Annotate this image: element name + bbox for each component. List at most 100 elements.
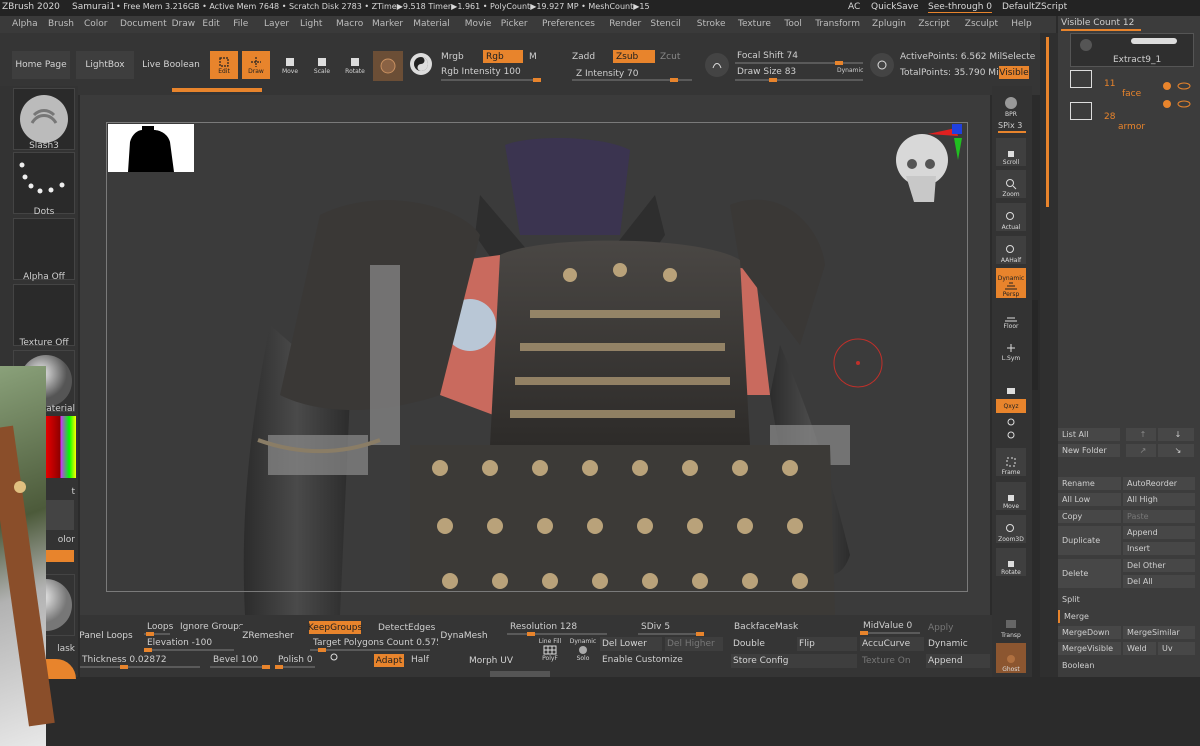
boolean-section[interactable]: Boolean (1058, 659, 1196, 672)
paste-button[interactable]: Paste (1123, 510, 1195, 523)
secondary-color-swatch[interactable] (44, 500, 74, 530)
gear-eye-icon[interactable] (1162, 81, 1192, 91)
quicksave-button[interactable]: QuickSave (871, 2, 919, 12)
elevation-slider[interactable]: Elevation -100 (147, 638, 212, 648)
all-high-button[interactable]: All High (1123, 493, 1195, 506)
menu-item-zscript[interactable]: Zscript (918, 19, 949, 29)
menu-item-draw[interactable]: Draw (172, 19, 196, 29)
detectedges-button[interactable]: DetectEdges (378, 623, 435, 633)
duplicate-button[interactable]: Duplicate (1058, 526, 1121, 555)
menu-item-zsculpt[interactable]: Zsculpt (965, 19, 998, 29)
local-symmetry-button[interactable]: L.Sym (996, 334, 1026, 362)
frame-button[interactable]: Frame (996, 448, 1026, 476)
del-other-button[interactable]: Del Other (1123, 559, 1195, 572)
loops-slider[interactable]: Loops (147, 622, 173, 632)
rotate-view-button[interactable]: Rotate (996, 548, 1026, 576)
menu-item-zplugin[interactable]: Zplugin (872, 19, 906, 29)
draw-size-slider[interactable] (735, 78, 863, 82)
color-picker[interactable] (42, 416, 76, 478)
gizmo-skull-icon[interactable] (892, 124, 968, 208)
copy-button[interactable]: Copy (1058, 510, 1121, 523)
visibility-toggles[interactable] (1131, 38, 1177, 44)
scale-mode-button[interactable]: Scale (308, 51, 336, 79)
del-lower-button[interactable]: Del Lower (600, 637, 662, 651)
apply-button[interactable]: Apply (928, 623, 953, 633)
menu-item-marker[interactable]: Marker (372, 19, 403, 29)
live-boolean-button[interactable]: Live Boolean (140, 51, 202, 79)
lock-button[interactable] (996, 368, 1026, 396)
split-section[interactable]: Split (1058, 593, 1196, 606)
colorize-button[interactable] (410, 53, 432, 75)
rotate-axis-icon[interactable] (1005, 417, 1017, 441)
m-button[interactable]: M (529, 52, 537, 62)
uv-button[interactable]: Uv (1158, 642, 1195, 655)
list-all-button[interactable]: List All (1058, 428, 1120, 441)
all-low-button[interactable]: All Low (1058, 493, 1121, 506)
rgb-button[interactable]: Rgb (483, 50, 523, 63)
draw-mode-button[interactable]: Draw (242, 51, 270, 79)
rotate-mode-button[interactable]: Rotate (341, 51, 369, 79)
midvalue-slider[interactable]: MidValue 0 (863, 621, 912, 631)
menu-item-edit[interactable]: Edit (202, 19, 219, 29)
focal-shift-slider[interactable] (735, 61, 863, 65)
weld-button[interactable]: Weld (1123, 642, 1156, 655)
gear-eye-icon[interactable] (1162, 99, 1192, 109)
ghost-button[interactable]: Ghost (996, 643, 1026, 673)
edit-mode-button[interactable]: Edit (210, 51, 238, 79)
delete-button[interactable]: Delete (1058, 559, 1121, 588)
texture-on-button[interactable]: Texture On (860, 654, 924, 668)
lightbox-button[interactable]: LightBox (76, 51, 134, 79)
move-mode-button[interactable]: Move (276, 51, 304, 79)
bpr-button[interactable]: BPR (996, 88, 1026, 118)
menu-item-layer[interactable]: Layer (264, 19, 289, 29)
menu-item-material[interactable]: Material (413, 19, 450, 29)
persp-button[interactable]: Dynamic Persp (996, 268, 1026, 298)
arrow-down-right-button[interactable]: ↘ (1158, 444, 1194, 457)
zremesher-button[interactable]: ZRemesher (240, 625, 296, 647)
bottom-scroll-handle[interactable] (490, 671, 550, 677)
polish-circle-icon[interactable] (330, 653, 338, 661)
sdiv-slider[interactable]: SDiv 5 (641, 622, 670, 632)
thickness-slider[interactable]: Thickness 0.02872 (82, 655, 167, 665)
menu-item-tool[interactable]: Tool (784, 19, 801, 29)
spix-slider[interactable]: SPix 3 (998, 121, 1022, 130)
right-shelf-scrollbar[interactable] (1032, 300, 1038, 390)
zcut-button[interactable]: Zcut (660, 52, 680, 62)
alpha-selector[interactable] (13, 218, 75, 280)
home-page-button[interactable]: Home Page (12, 51, 70, 79)
move-view-button[interactable]: Move (996, 482, 1026, 510)
accucurve-button[interactable]: AccuCurve (860, 637, 924, 651)
flip-button[interactable]: Flip (797, 637, 857, 651)
actual-button[interactable]: Actual (996, 203, 1026, 231)
scroll-button[interactable]: Scroll (996, 138, 1026, 166)
zoom3d-button[interactable]: Zoom3D (996, 515, 1026, 543)
floor-button[interactable]: Floor (996, 302, 1026, 330)
default-zscript-button[interactable]: DefaultZScript (1002, 2, 1067, 12)
polish-slider[interactable]: Polish 0 (278, 655, 313, 665)
solo-button[interactable]: Dynamic Solo (568, 637, 598, 663)
dynamic-button[interactable]: Dynamic (926, 637, 990, 651)
menu-item-texture[interactable]: Texture (738, 19, 771, 29)
transp-button[interactable]: Transp (996, 611, 1026, 639)
menu-item-help[interactable]: Help (1011, 19, 1032, 29)
xyz-button[interactable]: Qxyz (996, 399, 1026, 413)
menu-item-transform[interactable]: Transform (815, 19, 860, 29)
menu-item-alpha[interactable]: Alpha (12, 19, 38, 29)
autoreorder-button[interactable]: AutoReorder (1123, 477, 1195, 490)
zsub-button[interactable]: Zsub (613, 50, 655, 63)
merge-section[interactable]: Merge (1058, 610, 1196, 623)
subtool-item-extract9[interactable]: Extract9_1 (1070, 33, 1194, 67)
menu-item-color[interactable]: Color (84, 19, 108, 29)
mergevisible-button[interactable]: MergeVisible (1058, 642, 1121, 655)
menu-item-brush[interactable]: Brush (48, 19, 74, 29)
aahalf-button[interactable]: AAHalf (996, 236, 1026, 264)
ignore-groups-button[interactable]: Ignore Groups (180, 622, 244, 632)
zoom-button[interactable]: Zoom (996, 170, 1026, 198)
panel-loops-button[interactable]: Panel Loops (79, 625, 133, 647)
morph-uv-button[interactable]: Morph UV (465, 652, 517, 669)
half-button[interactable]: Half (411, 655, 429, 665)
stroke-selector[interactable] (13, 152, 75, 214)
menu-item-movie[interactable]: Movie (465, 19, 492, 29)
rename-button[interactable]: Rename (1058, 477, 1121, 490)
navigation-thumbnail[interactable] (108, 124, 194, 172)
